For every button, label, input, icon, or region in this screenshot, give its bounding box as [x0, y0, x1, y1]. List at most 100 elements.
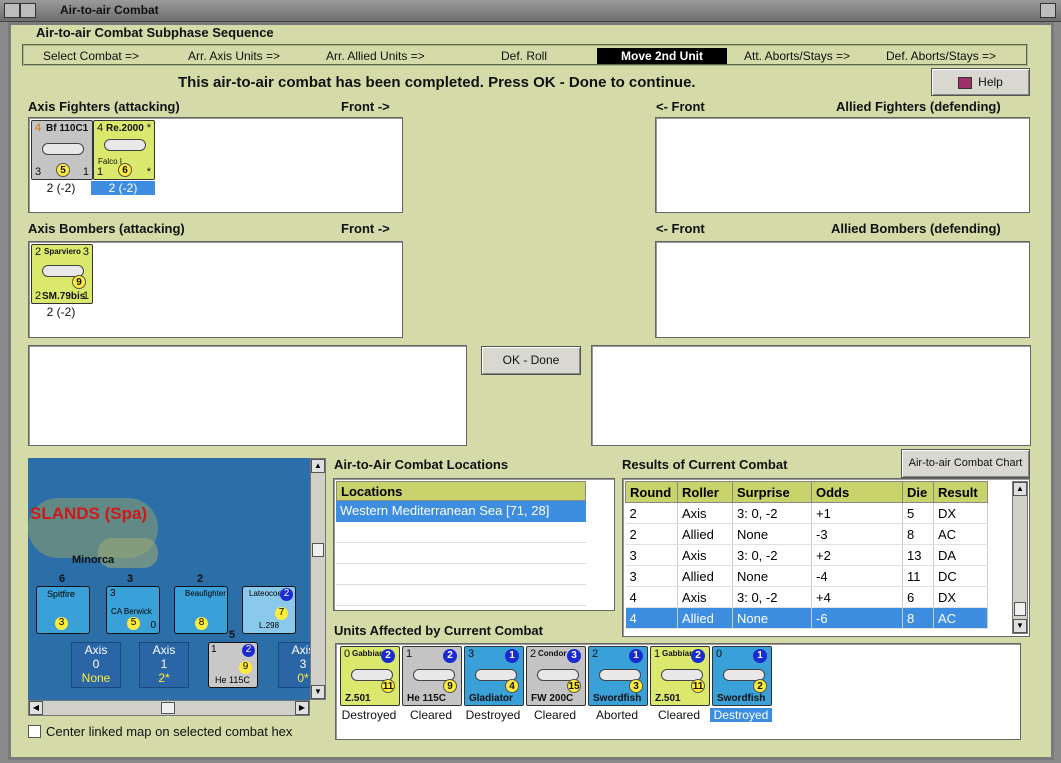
affected-unit-counter[interactable]: 1 2 9 He 115C [402, 646, 462, 706]
axis-fighters-label: Axis Fighters (attacking) [28, 99, 180, 114]
results-row[interactable]: 3 Axis 3: 0, -2 +2 13 DA [625, 544, 988, 566]
title-bar[interactable]: Air-to-air Combat [0, 0, 1061, 22]
subphase-steps: Select Combat => Arr. Axis Units => Arr.… [22, 44, 1028, 66]
affected-unit-counter[interactable]: 3 1 4 Gladiator [464, 646, 524, 706]
counter-top-left: 0 [344, 648, 351, 660]
results-header-row: Round Roller Surprise Odds Die Result [625, 481, 988, 503]
results-row[interactable]: 2 Axis 3: 0, -2 +1 5 DX [625, 502, 988, 524]
minimize-icon[interactable] [20, 3, 36, 18]
map-vertical-scrollbar[interactable]: ▲ ▼ [310, 458, 326, 700]
unit-counter-bf110[interactable]: 4 Bf 110C1 3 5 1 [31, 120, 93, 180]
counter-bottom-left: 3 [35, 166, 42, 178]
step-def-aborts: Def. Aborts/Stays => [886, 49, 997, 63]
counter-name: Bf 110C1 [46, 123, 89, 134]
location-item[interactable]: Western Mediterranean Sea [71, 28] [336, 501, 586, 522]
map-counter-he115[interactable]: 5 1 2 9 He 115C [208, 629, 258, 688]
results-row[interactable]: 2 Allied None -3 8 AC [625, 523, 988, 545]
axis-box-value: 1 [160, 657, 168, 671]
scroll-thumb[interactable] [1014, 602, 1026, 616]
counter-top-left: 4 [97, 122, 104, 134]
counter-circle: 2 [753, 679, 767, 693]
system-menu-icon[interactable] [4, 3, 20, 18]
counter-blue-circle: 2 [691, 649, 705, 663]
axis-box-label: Axis [152, 643, 176, 657]
counter-top-left: 3 [468, 648, 475, 660]
unit-counter-sm79[interactable]: 2 Sparviero 3 9 2 SM.79bis 1 [31, 244, 93, 304]
cell: DX [933, 586, 988, 608]
counter-top-right: 2 [280, 588, 293, 601]
results-row-selected[interactable]: 4 Allied None -6 8 AC [625, 607, 988, 629]
counter-top-left: 2 [530, 648, 537, 660]
affected-unit-counter[interactable]: 1 Gabbiano 2 11 Z.501 [650, 646, 710, 706]
affected-unit-counter[interactable]: 2 1 3 Swordfish [588, 646, 648, 706]
window: Air-to-air Combat Air-to-air Combat Subp… [0, 0, 1061, 763]
axis-fighters-box: 4 Bf 110C1 3 5 1 2 (-2) 4 Re.2000 * Falc… [28, 117, 403, 213]
unit-value-selected: 2 (-2) [91, 181, 155, 195]
scroll-up-icon[interactable]: ▲ [311, 459, 325, 473]
counter-top-right: 2 [242, 644, 255, 657]
counter-top-left: 0 [716, 648, 723, 660]
scroll-right-icon[interactable]: ▶ [295, 701, 309, 715]
center-map-checkbox[interactable] [28, 725, 41, 738]
allied-info-panel [591, 345, 1031, 446]
scroll-thumb[interactable] [312, 543, 324, 557]
counter-blue-circle: 3 [567, 649, 581, 663]
cell: 8 [902, 607, 934, 629]
col-die: Die [902, 481, 934, 503]
axis-stack-box[interactable]: Axis 3 0* [278, 642, 310, 688]
results-row[interactable]: 4 Axis 3: 0, -2 +4 6 DX [625, 586, 988, 608]
help-button[interactable]: Help [931, 68, 1030, 96]
unit-counter-re2000[interactable]: 4 Re.2000 * Falco I 1 6 * [93, 120, 155, 180]
map-horizontal-scrollbar[interactable]: ◀ ▶ [28, 700, 310, 716]
counter-top-right: 3 [82, 246, 89, 258]
results-row[interactable]: 3 Allied None -4 11 DC [625, 565, 988, 587]
allied-bombers-front: <- Front [656, 221, 705, 236]
step-def-roll: Def. Roll [501, 49, 548, 63]
affected-label: Units Affected by Current Combat [334, 623, 543, 638]
map-counter-laterecoere[interactable]: Lateocoere 2 7 L.298 [242, 586, 296, 634]
axis-stack-box[interactable]: Axis 1 2* [139, 642, 189, 688]
allied-fighters-label: Allied Fighters (defending) [836, 99, 1001, 114]
counter-top: 2 [197, 573, 204, 585]
air-combat-chart-button[interactable]: Air-to-air Combat Chart [901, 449, 1030, 478]
close-icon[interactable] [1040, 3, 1056, 18]
counter-model: Swordfish [593, 693, 642, 704]
scroll-left-icon[interactable]: ◀ [29, 701, 43, 715]
scroll-up-icon[interactable]: ▲ [1013, 482, 1027, 496]
scroll-thumb[interactable] [161, 702, 175, 714]
counter-bottom-right: 1 [82, 290, 89, 302]
map-counter-beaufighter[interactable]: 2 Beaufighter 8 [174, 573, 228, 634]
map-counter-berwick[interactable]: 3 3 CA Berwick 5 0 [106, 573, 160, 634]
affected-unit-counter[interactable]: 2 Condor 3 15 FW 200C [526, 646, 586, 706]
results-scrollbar[interactable]: ▲ ▼ [1012, 481, 1028, 634]
cell: 8 [902, 523, 934, 545]
step-arr-allied: Arr. Allied Units => [326, 49, 425, 63]
scroll-down-icon[interactable]: ▼ [1013, 619, 1027, 633]
affected-unit-counter[interactable]: 0 1 2 Swordfish [712, 646, 772, 706]
cell: DA [933, 544, 988, 566]
scroll-down-icon[interactable]: ▼ [311, 685, 325, 699]
affected-unit-counter[interactable]: 0 Gabbiano 2 11 Z.501 [340, 646, 400, 706]
step-select-combat: Select Combat => [43, 49, 140, 63]
aircraft-icon [42, 143, 84, 155]
step-move-2nd-unit: Move 2nd Unit [597, 48, 728, 64]
counter-top: 3 [127, 573, 134, 585]
counter-circle: 9 [239, 661, 252, 674]
linked-map[interactable]: SLANDS (Spa) Minorca 6 Spitfire 3 3 3 CA… [28, 458, 310, 700]
counter-name: Beaufighter [185, 589, 226, 598]
ok-done-button[interactable]: OK - Done [481, 346, 581, 375]
counter-circle: 15 [567, 679, 581, 693]
counter-circle: 11 [381, 679, 395, 693]
axis-stack-box[interactable]: Axis 0 None [71, 642, 121, 688]
counter-top-left: 3 [110, 588, 116, 599]
map-region-label: SLANDS (Spa) [30, 504, 148, 523]
aircraft-icon [104, 139, 146, 151]
cell: 2 [625, 523, 678, 545]
cell: 3: 0, -2 [732, 544, 812, 566]
counter-bottom-right: * [146, 166, 151, 178]
cell: 3 [625, 565, 678, 587]
map-counter-spitfire[interactable]: 6 Spitfire 3 [36, 573, 90, 634]
cell: DC [933, 565, 988, 587]
counter-circle: 5 [56, 163, 70, 177]
cell: Allied [677, 607, 733, 629]
